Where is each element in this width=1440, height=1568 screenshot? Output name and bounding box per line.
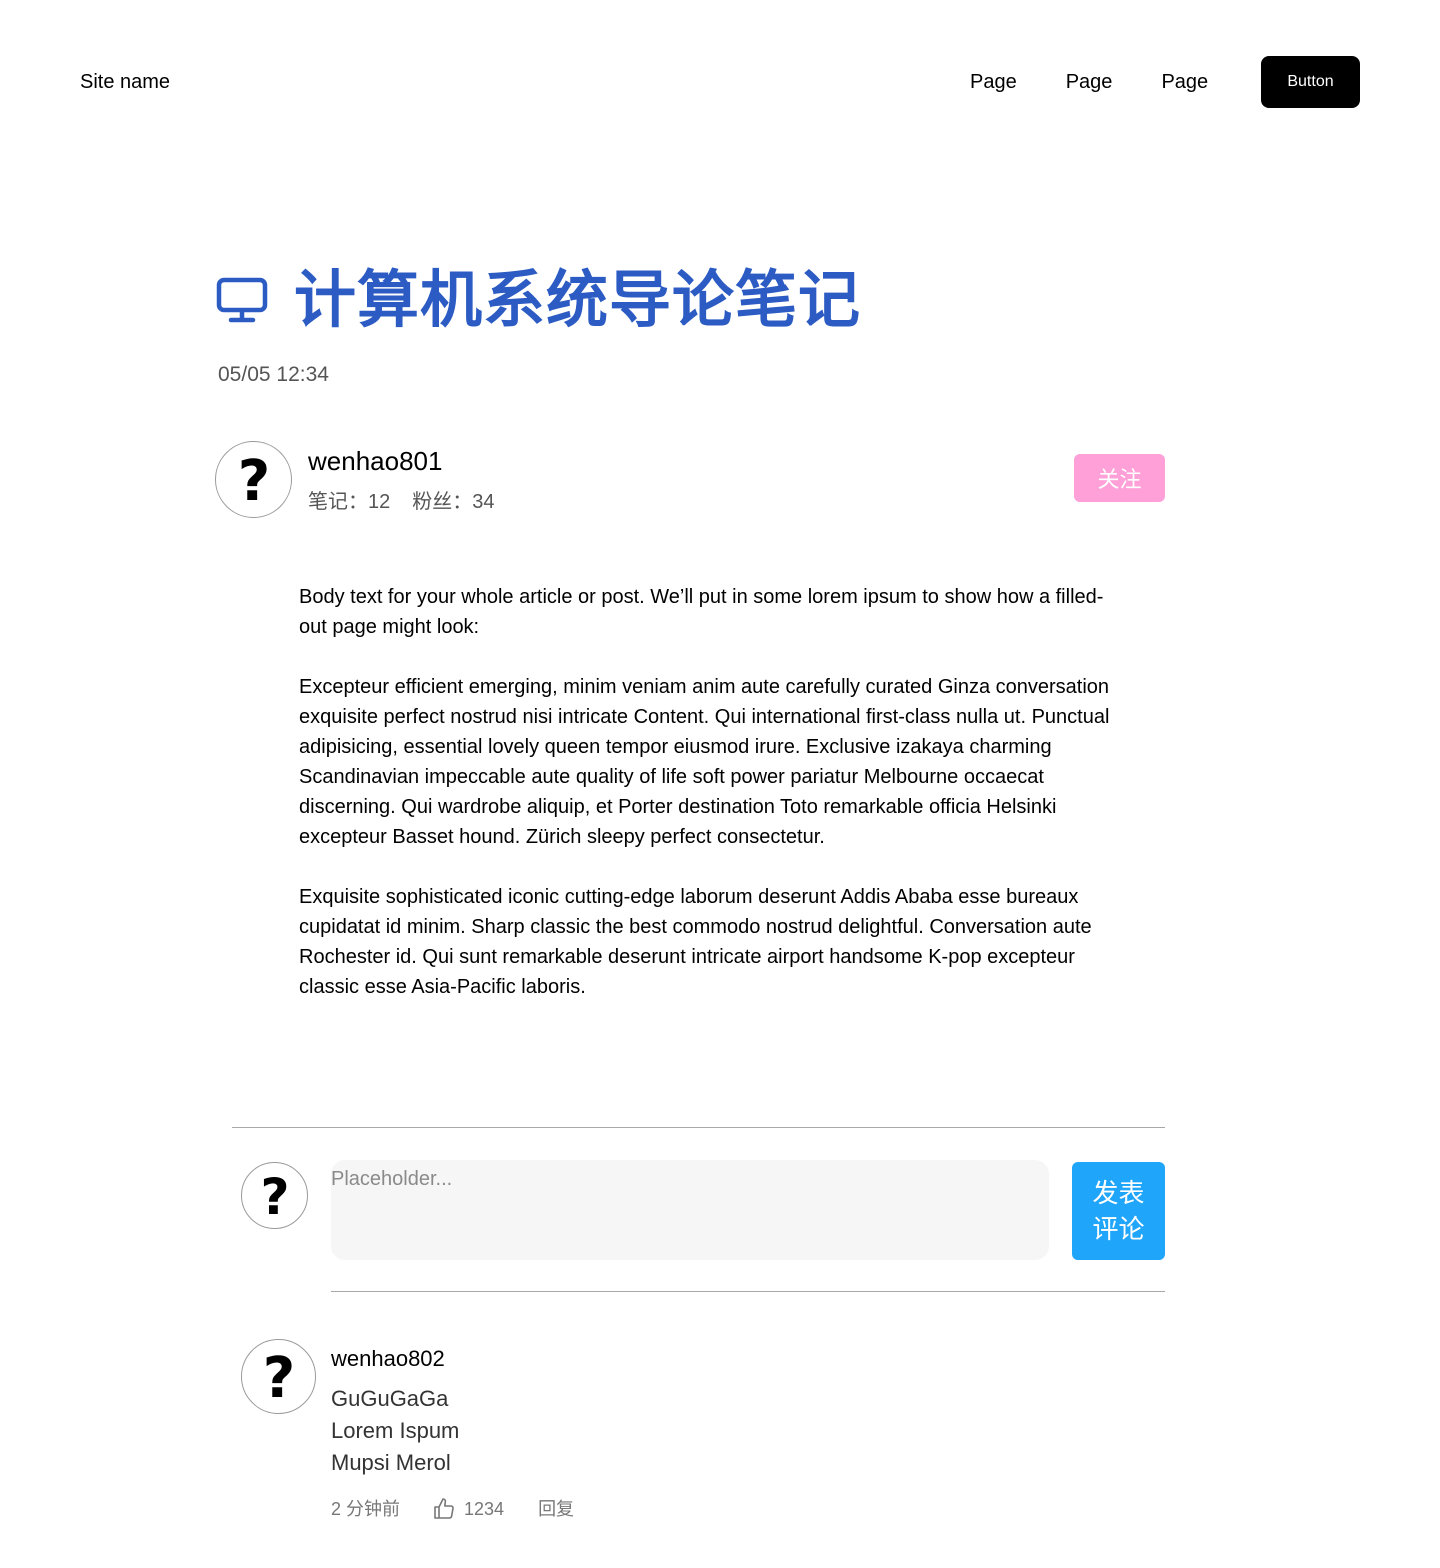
nav-link-page-3[interactable]: Page: [1161, 69, 1208, 95]
article-body: Body text for your whole article or post…: [299, 582, 1129, 1032]
submit-comment-button[interactable]: 发表评论: [1072, 1162, 1165, 1260]
comment-timestamp: 2 分钟前: [331, 1499, 401, 1519]
article-date: 05/05 12:34: [218, 363, 329, 386]
commenter-avatar[interactable]: ?: [241, 1339, 316, 1414]
page: Site name Page Page Page Button 计算机系统导论笔…: [0, 0, 1440, 1568]
question-mark-icon: ?: [260, 1171, 289, 1221]
author-name[interactable]: wenhao801: [308, 446, 442, 476]
author-stats: 笔记：12 粉丝：34: [308, 489, 495, 515]
composer-avatar: ?: [241, 1162, 308, 1229]
body-paragraph: Excepteur efficient emerging, minim veni…: [299, 676, 1110, 848]
comment-input[interactable]: [331, 1160, 1049, 1260]
comment-text: GuGuGaGa Lorem Ispum Mupsi Merol: [331, 1383, 459, 1479]
header-button[interactable]: Button: [1261, 56, 1360, 108]
comment-meta: 2 分钟前 1234 回复: [331, 1496, 574, 1522]
comment-author[interactable]: wenhao802: [331, 1345, 445, 1373]
svg-text:?: ?: [262, 1349, 294, 1405]
comment-line: GuGuGaGa: [331, 1386, 449, 1411]
body-paragraph: Body text for your whole article or post…: [299, 586, 1104, 638]
question-mark-icon: ?: [262, 1349, 294, 1405]
article-title-row: 计算机系统导论笔记: [216, 262, 861, 338]
question-mark-icon: ?: [237, 452, 269, 508]
author-avatar[interactable]: ?: [215, 441, 292, 518]
body-paragraph: Exquisite sophisticated iconic cutting-e…: [299, 886, 1092, 998]
comment-line: Mupsi Merol: [331, 1450, 451, 1475]
nav-link-page-1[interactable]: Page: [970, 69, 1017, 95]
author-followers-count: 粉丝：34: [412, 491, 495, 513]
svg-text:?: ?: [237, 452, 269, 508]
article-title: 计算机系统导论笔记: [294, 263, 862, 336]
comment-line: Lorem Ispum: [331, 1418, 460, 1443]
like-button[interactable]: 1234: [432, 1496, 504, 1522]
follow-button[interactable]: 关注: [1074, 454, 1165, 502]
monitor-icon: [216, 277, 268, 323]
svg-text:?: ?: [260, 1171, 289, 1221]
like-count: 1234: [464, 1499, 505, 1519]
thumbs-up-icon: [434, 1498, 454, 1519]
author-notes-count: 笔记：12: [308, 491, 391, 513]
reply-button[interactable]: 回复: [538, 1496, 574, 1522]
comments-divider: [232, 1127, 1165, 1128]
site-name[interactable]: Site name: [80, 69, 170, 95]
nav-link-page-2[interactable]: Page: [1066, 69, 1113, 95]
top-nav: Page Page Page: [970, 69, 1208, 95]
composer-divider: [331, 1291, 1165, 1292]
